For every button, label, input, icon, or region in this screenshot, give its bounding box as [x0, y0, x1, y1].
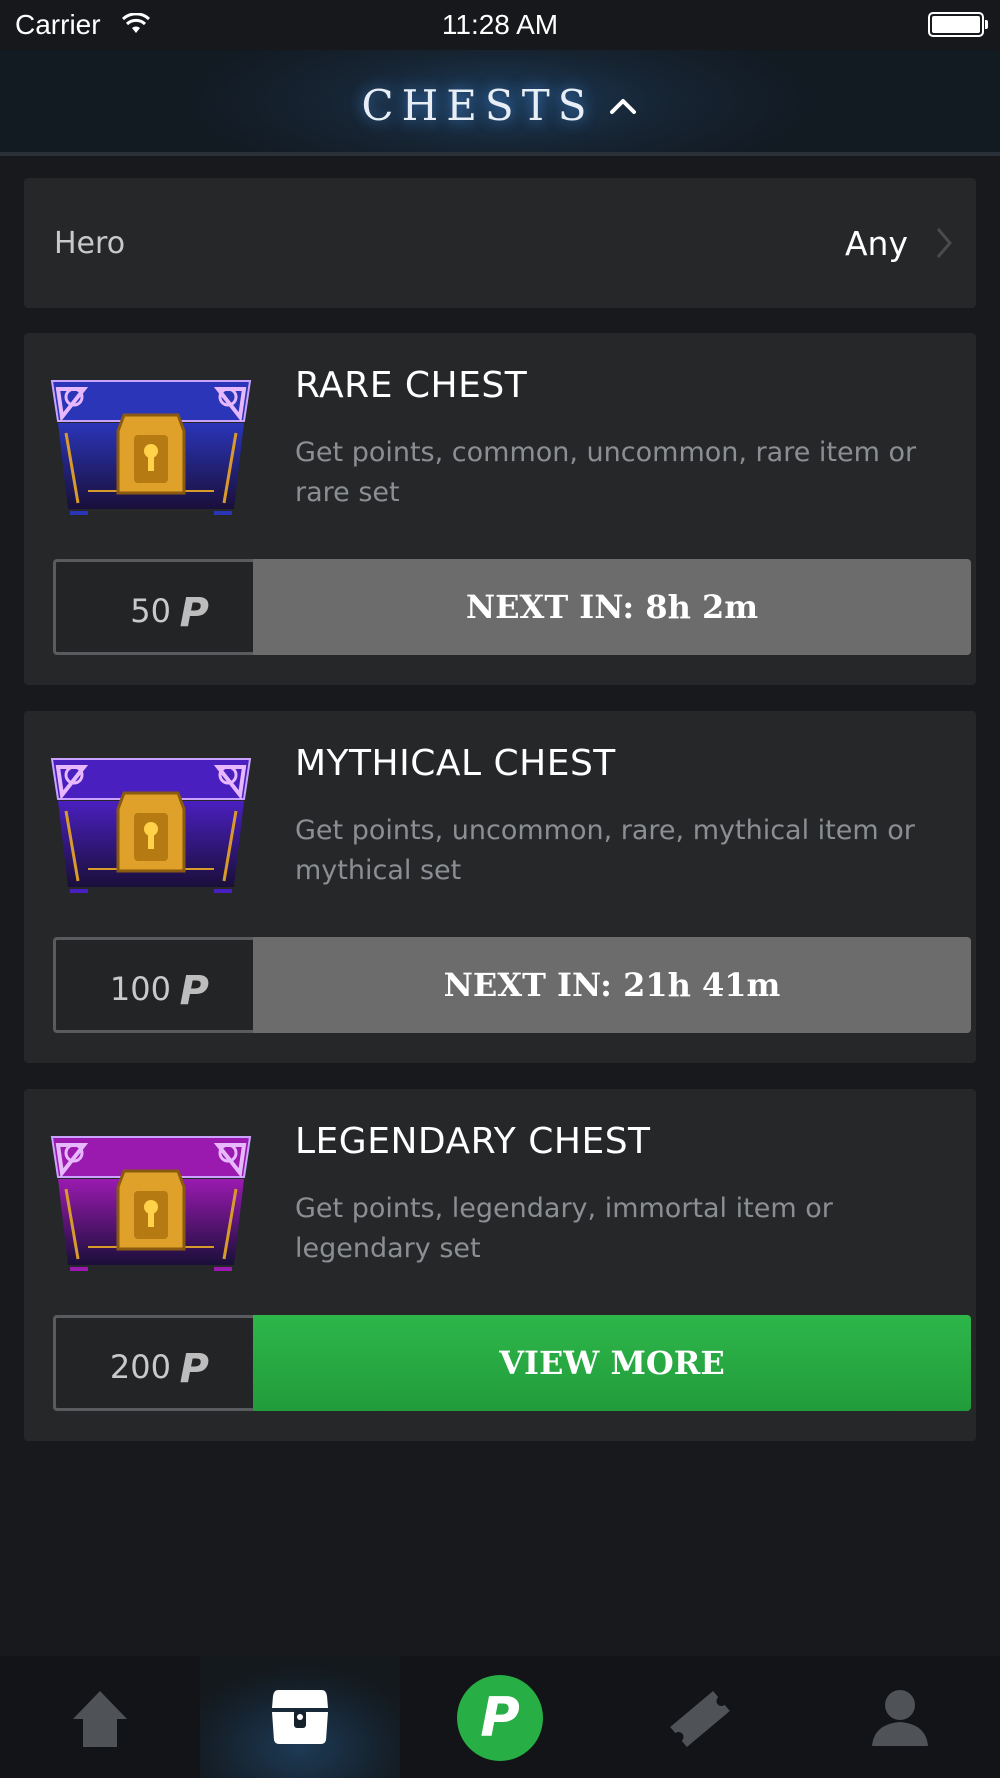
rare-chest-icon — [48, 373, 254, 523]
points-currency-icon: P — [179, 590, 209, 636]
chest-name: RARE CHEST — [295, 365, 528, 406]
home-icon — [73, 1691, 127, 1747]
chest-description: Get points, uncommon, rare, mythical ite… — [295, 815, 915, 886]
price-amount: 50 — [130, 592, 171, 630]
chest-card-mythical: MYTHICAL CHEST Get points, uncommon, rar… — [24, 711, 976, 1063]
tab-tickets[interactable] — [600, 1656, 800, 1778]
chest-icon — [272, 1690, 328, 1744]
tab-points[interactable]: P — [400, 1656, 600, 1778]
profile-icon — [872, 1690, 928, 1746]
points-icon: P — [457, 1675, 543, 1761]
page-title-button[interactable]: CHESTS — [0, 77, 1000, 130]
hero-filter-label: Hero — [54, 226, 126, 261]
battery-icon — [928, 12, 988, 37]
legendary-chest-icon — [48, 1129, 254, 1279]
chest-card-legendary: LEGENDARY CHEST Get points, legendary, i… — [24, 1089, 976, 1441]
next-in-button[interactable]: NEXT IN: 8h 2m — [253, 559, 971, 655]
chest-description: Get points, common, uncommon, rare item … — [295, 437, 917, 508]
chest-price: 200 P — [53, 1315, 253, 1411]
hero-filter-row[interactable]: Hero Any — [24, 178, 976, 308]
hero-filter-value: Any — [844, 224, 908, 263]
chest-card-rare: RARE CHEST Get points, common, uncommon,… — [24, 333, 976, 685]
tab-profile[interactable] — [800, 1656, 1000, 1778]
chest-name: LEGENDARY CHEST — [295, 1121, 651, 1162]
tab-chests[interactable] — [200, 1656, 400, 1778]
nav-header: CHESTS — [0, 50, 1000, 156]
price-amount: 200 — [109, 1348, 171, 1386]
points-currency-icon: P — [179, 1346, 209, 1392]
chest-name: MYTHICAL CHEST — [295, 743, 616, 784]
tab-home[interactable] — [0, 1656, 200, 1778]
next-in-button[interactable]: NEXT IN: 21h 41m — [253, 937, 971, 1033]
price-amount: 100 — [109, 970, 171, 1008]
chest-price: 100 P — [53, 937, 253, 1033]
svg-text:P: P — [480, 1686, 520, 1749]
points-currency-icon: P — [179, 968, 209, 1014]
status-bar: Carrier 11:28 AM — [0, 0, 1000, 50]
page-title: CHESTS — [361, 81, 595, 130]
tab-bar: P — [0, 1656, 1000, 1778]
chevron-up-icon — [608, 77, 638, 126]
chest-description: Get points, legendary, immortal item or … — [295, 1193, 833, 1264]
chest-price: 50 P — [53, 559, 253, 655]
chevron-right-icon — [934, 226, 954, 264]
mythical-chest-icon — [48, 751, 254, 901]
ticket-icon — [670, 1691, 730, 1747]
view-more-button[interactable]: VIEW MORE — [253, 1315, 971, 1411]
clock: 11:28 AM — [441, 9, 559, 40]
